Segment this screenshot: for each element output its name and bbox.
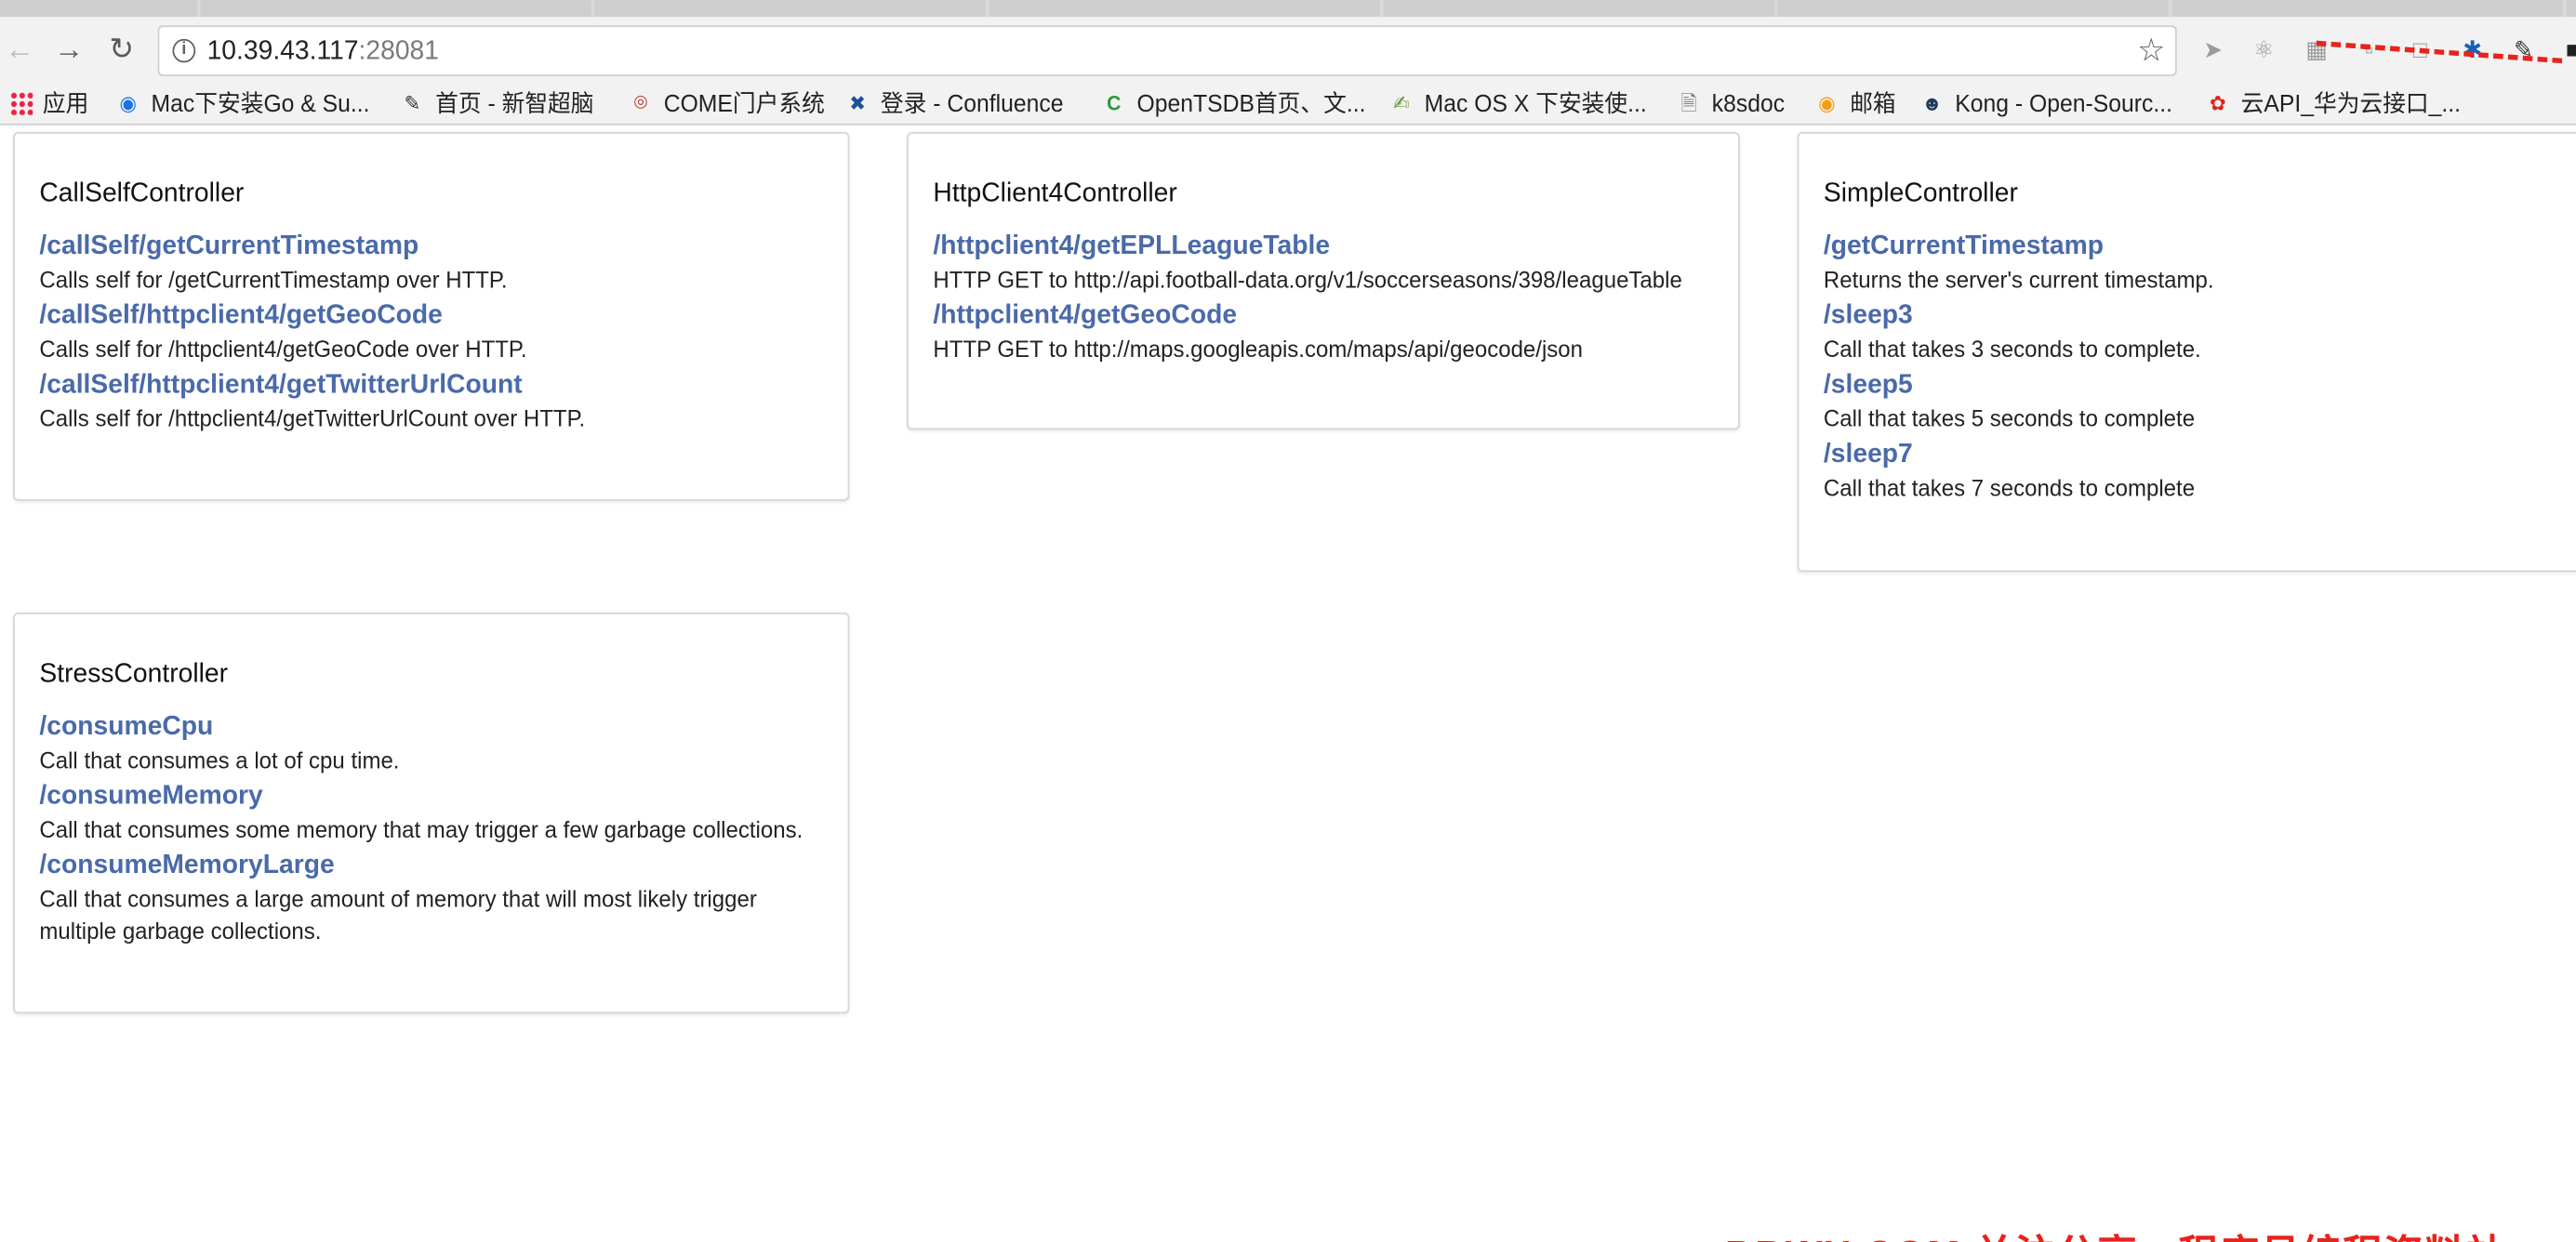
tab-strip bbox=[0, 0, 2576, 18]
bookmark-item[interactable]: ✍ Mac OS X 下安装使... bbox=[1388, 88, 1647, 119]
bookmark-label: 邮箱 bbox=[1850, 89, 1896, 117]
bookmark-label: 首页 - 新智超脑 bbox=[435, 89, 594, 117]
endpoint-description: Call that takes 5 seconds to complete bbox=[1823, 405, 2196, 432]
endpoint-link[interactable]: /consumeMemory bbox=[39, 778, 821, 813]
endpoint-link[interactable]: /sleep7 bbox=[1824, 437, 2558, 472]
endpoint-link[interactable]: /callSelf/httpclient4/getTwitterUrlCount bbox=[39, 367, 821, 403]
endpoint-description: HTTP GET to http://api.football-data.org… bbox=[933, 267, 1682, 293]
edit-icon: ✎ bbox=[404, 91, 421, 115]
puzzle-extension-icon[interactable]: ✱ bbox=[2456, 33, 2489, 66]
endpoint-link[interactable]: /callSelf/httpclient4/getGeoCode bbox=[39, 297, 821, 333]
endpoint-description: Call that consumes a lot of cpu time. bbox=[39, 747, 400, 773]
bookmark-item[interactable]: 🗎 k8sdoc bbox=[1676, 88, 1786, 119]
browser-toolbar: ← → ↻ i 10.39.43.117:28081 ☆ ➤ ⚛ ▦ ▫ □ ✱… bbox=[0, 17, 2576, 82]
endpoint-description: Call that consumes a large amount of mem… bbox=[39, 886, 757, 945]
watermark-text: BBWX.COM 关注分享 · 程序员编程资料站 bbox=[1725, 1222, 2507, 1242]
controller-card-callself: CallSelfController /callSelf/getCurrentT… bbox=[13, 131, 850, 501]
mail-icon: ◉ bbox=[1818, 91, 1836, 115]
bookmark-item[interactable]: ✖ 登录 - Confluence bbox=[844, 88, 1063, 119]
c-green-icon: C bbox=[1107, 91, 1122, 115]
endpoint-link[interactable]: /getCurrentTimestamp bbox=[1824, 229, 2558, 264]
kong-icon: ☻ bbox=[1921, 91, 1943, 115]
url-host: 10.39.43.117 bbox=[206, 37, 359, 66]
endpoint-description: HTTP GET to http://maps.googleapis.com/m… bbox=[933, 337, 1584, 363]
bookmarks-bar: 应用 ◉ Mac下安装Go & Su... ✎ 首页 - 新智超脑 ◎ COME门户系… bbox=[0, 81, 2576, 126]
endpoint-link[interactable]: /httpclient4/getEPLLeagueTable bbox=[933, 229, 1711, 264]
endpoint-link[interactable]: /callSelf/getCurrentTimestamp bbox=[39, 229, 821, 264]
endpoint-link[interactable]: /sleep5 bbox=[1824, 367, 2558, 403]
endpoint-description: Calls self for /httpclient4/getGeoCode o… bbox=[39, 337, 527, 363]
bookmark-label: 登录 - Confluence bbox=[880, 89, 1064, 117]
endpoint-link[interactable]: /sleep3 bbox=[1824, 297, 2558, 333]
globe-icon: ◎ bbox=[633, 93, 648, 112]
confluence-icon: ✖ bbox=[849, 91, 867, 115]
controller-card-simple: SimpleController /getCurrentTimestamp Re… bbox=[1797, 131, 2576, 573]
bookmark-label: 云API_华为云接口_... bbox=[2240, 89, 2462, 117]
paper-plane-extension-icon[interactable]: ➤ bbox=[2197, 33, 2229, 66]
endpoint-description: Call that takes 3 seconds to complete. bbox=[1823, 337, 2201, 363]
bookmark-label: COME门户系统 bbox=[663, 89, 825, 117]
apps-grid-icon bbox=[9, 91, 33, 115]
bookmark-label: k8sdoc bbox=[1711, 89, 1786, 117]
bookmark-label: OpenTSDB首页、文... bbox=[1136, 89, 1366, 117]
endpoint-description: Call that consumes some memory that may … bbox=[39, 817, 803, 843]
card-title: StressController bbox=[39, 659, 229, 689]
bookmark-item[interactable]: ◉ 邮箱 bbox=[1813, 88, 1895, 119]
bookmark-item[interactable]: ◎ COME门户系统 bbox=[628, 88, 825, 119]
card-title: SimpleController bbox=[1823, 178, 2018, 208]
bookmark-label: Mac OS X 下安装使... bbox=[1424, 89, 1647, 117]
react-extension-icon[interactable]: ⚛ bbox=[2248, 33, 2280, 66]
file-icon: 🗎 bbox=[1680, 91, 1697, 115]
bookmark-label: 应用 bbox=[42, 89, 89, 117]
bookmark-star-icon[interactable]: ☆ bbox=[2137, 33, 2165, 72]
rp-extension-icon[interactable]: ▦ bbox=[2300, 33, 2332, 66]
card-title: CallSelfController bbox=[39, 178, 245, 208]
reload-icon[interactable]: ↻ bbox=[103, 31, 139, 68]
bookmark-label: Mac下安装Go & Su... bbox=[151, 89, 370, 117]
bookmark-item[interactable]: C OpenTSDB首页、文... bbox=[1101, 88, 1366, 119]
notepad-icon: ✍ bbox=[1393, 91, 1410, 115]
endpoint-link[interactable]: /consumeCpu bbox=[39, 709, 821, 745]
endpoint-link[interactable]: /consumeMemoryLarge bbox=[39, 848, 821, 883]
controller-card-stress: StressController /consumeCpu Call that c… bbox=[13, 612, 850, 1014]
controller-card-httpclient4: HttpClient4Controller /httpclient4/getEP… bbox=[907, 131, 1740, 430]
browser-window: ← → ↻ i 10.39.43.117:28081 ☆ ➤ ⚛ ▦ ▫ □ ✱… bbox=[0, 0, 2576, 1242]
endpoint-link[interactable]: /httpclient4/getGeoCode bbox=[933, 297, 1711, 333]
address-bar[interactable]: i 10.39.43.117:28081 ☆ bbox=[157, 25, 2177, 76]
bookmark-item[interactable]: ☻ Kong - Open-Sourc... bbox=[1919, 88, 2172, 119]
bookmark-apps[interactable]: 应用 bbox=[9, 88, 89, 119]
page-content: CallSelfController /callSelf/getCurrentT… bbox=[0, 127, 2576, 1242]
endpoint-description: Calls self for /httpclient4/getTwitterUr… bbox=[39, 405, 586, 432]
site-info-icon[interactable]: i bbox=[172, 38, 196, 63]
endpoint-description: Call that takes 7 seconds to complete bbox=[1823, 475, 2196, 501]
bookmark-item[interactable]: ◉ Mac下安装Go & Su... bbox=[115, 88, 370, 119]
bookmark-item[interactable]: ✎ 首页 - 新智超脑 bbox=[399, 88, 594, 119]
endpoint-description: Calls self for /getCurrentTimestamp over… bbox=[39, 267, 508, 293]
url-port: :28081 bbox=[358, 37, 439, 66]
address-url[interactable]: 10.39.43.117:28081 bbox=[207, 37, 439, 68]
bookmark-label: Kong - Open-Sourc... bbox=[1955, 89, 2172, 117]
card-title: HttpClient4Controller bbox=[933, 178, 1177, 208]
bookmark-item[interactable]: ✿ 云API_华为云接口_... bbox=[2205, 88, 2461, 119]
endpoint-description: Returns the server's current timestamp. bbox=[1823, 267, 2214, 293]
c-logo-icon: ◉ bbox=[119, 91, 138, 115]
back-arrow-icon[interactable]: ← bbox=[2, 31, 38, 68]
huawei-icon: ✿ bbox=[2210, 91, 2226, 115]
forward-arrow-icon[interactable]: → bbox=[51, 31, 87, 68]
